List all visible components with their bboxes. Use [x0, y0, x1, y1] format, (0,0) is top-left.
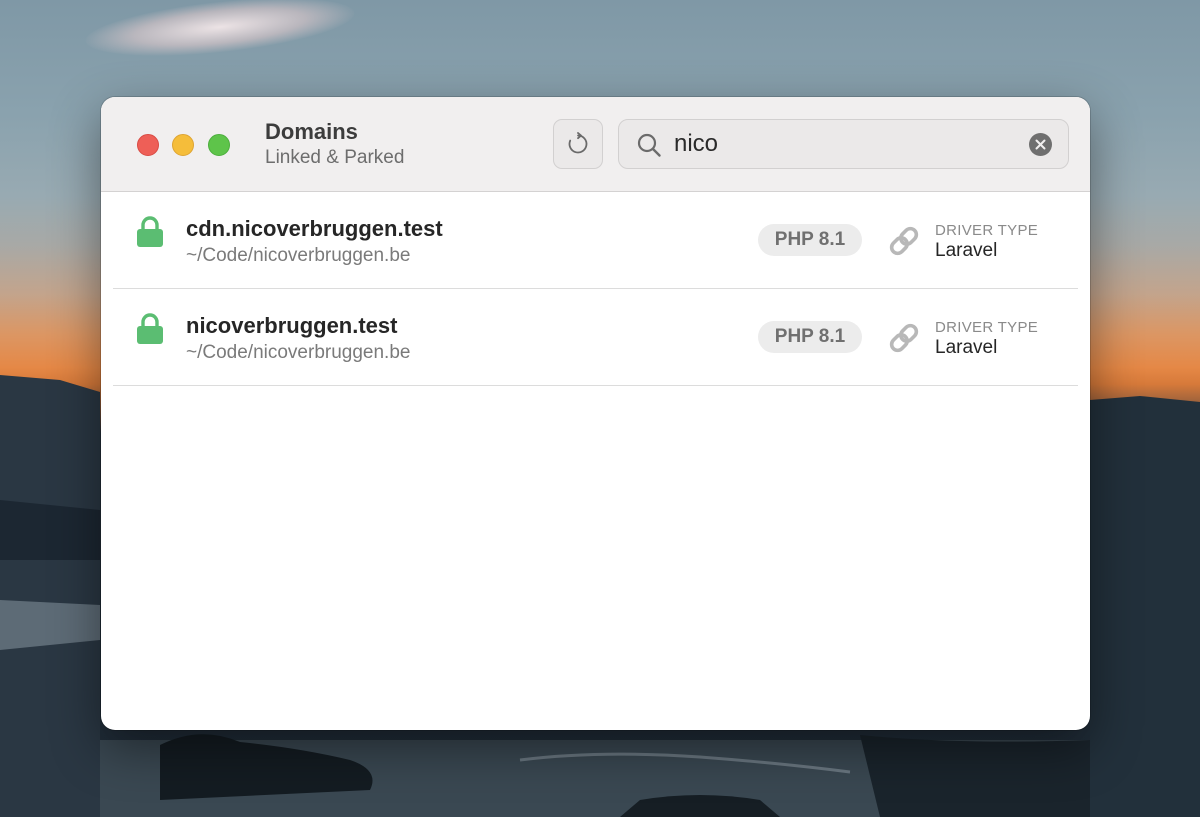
search-icon	[637, 133, 661, 157]
driver-type-value: Laravel	[935, 337, 998, 358]
refresh-button[interactable]	[553, 119, 603, 169]
domain-row[interactable]: cdn.nicoverbruggen.test ~/Code/nicoverbr…	[113, 192, 1078, 289]
domain-path: ~/Code/nicoverbruggen.be	[186, 342, 411, 363]
search-field[interactable]	[618, 119, 1069, 169]
driver-type-label: DRIVER TYPE	[935, 222, 1039, 239]
php-version-badge[interactable]: PHP 8.1	[758, 321, 862, 353]
window-title: Domains	[265, 119, 358, 144]
link-icon	[889, 323, 919, 353]
close-window-button[interactable]	[137, 134, 159, 156]
driver-type-value: Laravel	[935, 240, 998, 261]
driver-type-label: DRIVER TYPE	[935, 319, 1039, 336]
lock-icon	[137, 216, 163, 247]
php-version-badge[interactable]: PHP 8.1	[758, 224, 862, 256]
link-icon	[889, 226, 919, 256]
search-input[interactable]	[674, 128, 1014, 160]
title-bar: Domains Linked & Parked	[101, 97, 1090, 192]
domains-window: Domains Linked & Parked nico cdn.nicover…	[101, 97, 1090, 730]
refresh-icon	[568, 132, 588, 154]
lock-icon	[137, 313, 163, 344]
maximize-window-button[interactable]	[208, 134, 230, 156]
domain-path: ~/Code/nicoverbruggen.be	[186, 245, 411, 266]
domain-row[interactable]: nicoverbruggen.test ~/Code/nicoverbrugge…	[113, 289, 1078, 386]
domain-name: cdn.nicoverbruggen.test	[186, 216, 443, 241]
minimize-window-button[interactable]	[172, 134, 194, 156]
window-subtitle: Linked & Parked	[265, 147, 405, 168]
desktop-wallpaper: Domains Linked & Parked nico cdn.nicover…	[0, 0, 1200, 817]
domain-list: cdn.nicoverbruggen.test ~/Code/nicoverbr…	[101, 192, 1090, 386]
clear-search-icon[interactable]	[1029, 133, 1052, 156]
domain-name: nicoverbruggen.test	[186, 313, 398, 338]
